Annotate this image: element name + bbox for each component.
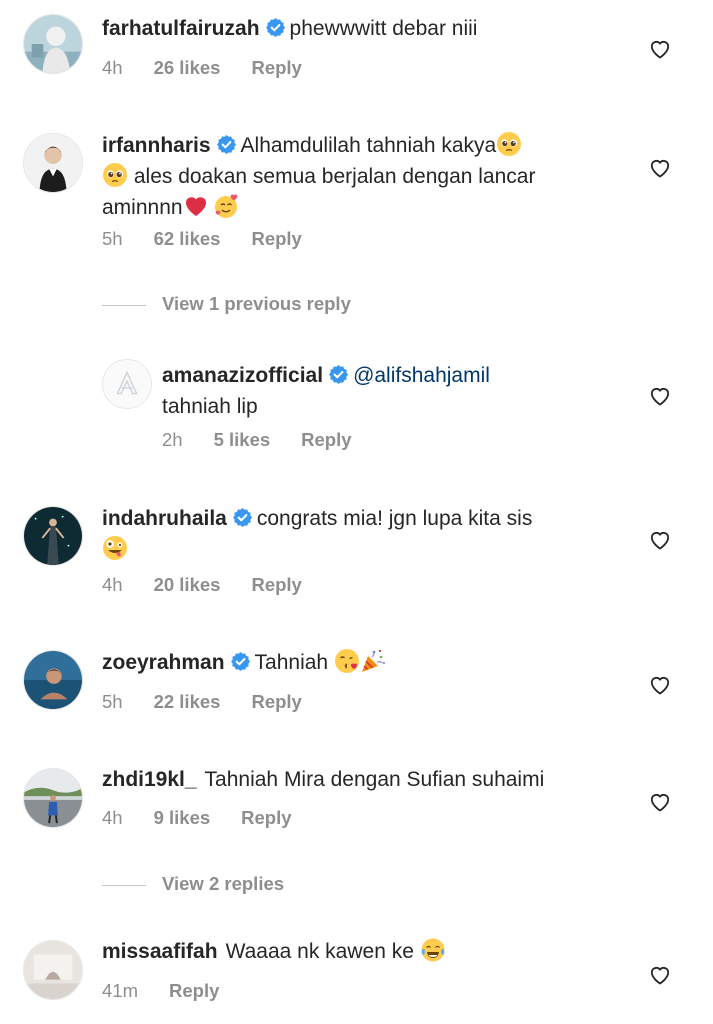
mention-link[interactable]: @alifshahjamil xyxy=(353,364,490,387)
likes-count[interactable]: 62 likes xyxy=(154,228,221,250)
reply-button[interactable]: Reply xyxy=(241,807,291,829)
avatar[interactable] xyxy=(23,14,83,74)
comment-meta: 2h 5 likes Reply xyxy=(162,429,352,451)
pleading-face-icon xyxy=(496,131,522,157)
comment-text: Tahniah Mira dengan Sufian suhaimi xyxy=(204,768,545,791)
pleading-face-icon xyxy=(102,162,128,188)
comment-text-part-1: Alhamdulilah tahniah kakya xyxy=(240,134,497,157)
comment-meta: 4h 20 likes Reply xyxy=(102,574,302,596)
username[interactable]: amanazizofficial xyxy=(162,364,323,387)
heart-outline-icon[interactable] xyxy=(648,156,672,180)
timestamp: 4h xyxy=(102,807,123,828)
view-previous-reply-link[interactable]: View 1 previous reply xyxy=(102,293,351,315)
likes-count[interactable]: 20 likes xyxy=(154,574,221,596)
timestamp: 4h xyxy=(102,57,123,78)
reply-button[interactable]: Reply xyxy=(301,429,351,451)
zany-face-icon xyxy=(102,535,128,561)
avatar[interactable] xyxy=(23,506,83,566)
red-heart-icon xyxy=(183,193,209,219)
username[interactable]: zhdi19kl_ xyxy=(102,768,197,791)
timestamp: 2h xyxy=(162,429,183,450)
face-blowing-kiss-icon xyxy=(334,648,360,674)
avatar[interactable] xyxy=(23,650,83,710)
avatar[interactable] xyxy=(23,768,83,828)
likes-count[interactable]: 26 likes xyxy=(154,57,221,79)
comment-meta: 4h 9 likes Reply xyxy=(102,807,292,829)
party-popper-icon xyxy=(360,648,386,674)
tears-of-joy-icon xyxy=(420,937,446,963)
verified-badge-icon xyxy=(328,364,349,385)
heart-outline-icon[interactable] xyxy=(648,963,672,987)
heart-outline-icon[interactable] xyxy=(648,673,672,697)
heart-outline-icon[interactable] xyxy=(648,528,672,552)
view-previous-reply-label: View 1 previous reply xyxy=(162,293,351,314)
username[interactable]: zoeyrahman xyxy=(102,651,225,674)
reply-button[interactable]: Reply xyxy=(251,228,301,250)
comment-body: zoeyrahman Tahniah xyxy=(102,647,386,678)
likes-count[interactable]: 9 likes xyxy=(154,807,211,829)
comment-text: phewwwitt debar niii xyxy=(289,17,478,40)
comment-body: indahruhaila congrats mia! jgn lupa kita … xyxy=(102,503,622,565)
username[interactable]: farhatulfairuzah xyxy=(102,17,260,40)
username[interactable]: irfannharis xyxy=(102,134,211,157)
likes-count[interactable]: 5 likes xyxy=(214,429,271,451)
comment-body: amanazizofficial @alifshahjamil tahniah l… xyxy=(162,360,490,422)
username[interactable]: indahruhaila xyxy=(102,507,227,530)
verified-badge-icon xyxy=(232,507,253,528)
heart-outline-icon[interactable] xyxy=(648,37,672,61)
timestamp: 41m xyxy=(102,980,138,1001)
comment-text-part-2: ales doakan semua berjalan dengan lancar xyxy=(133,165,536,188)
comment-text: congrats mia! jgn lupa kita sis xyxy=(256,507,533,530)
heart-outline-icon[interactable] xyxy=(648,384,672,408)
reply-button[interactable]: Reply xyxy=(251,574,301,596)
timestamp: 5h xyxy=(102,228,123,249)
comment-meta: 41m Reply xyxy=(102,980,219,1002)
avatar[interactable] xyxy=(23,133,83,193)
avatar[interactable] xyxy=(23,940,83,1000)
heart-outline-icon[interactable] xyxy=(648,790,672,814)
comment-text: Tahniah xyxy=(254,651,329,674)
divider-line xyxy=(102,304,146,306)
timestamp: 5h xyxy=(102,691,123,712)
reply-button[interactable]: Reply xyxy=(169,980,219,1002)
likes-count[interactable]: 22 likes xyxy=(154,691,221,713)
verified-badge-icon xyxy=(230,651,251,672)
reply-button[interactable]: Reply xyxy=(251,57,301,79)
timestamp: 4h xyxy=(102,574,123,595)
avatar[interactable] xyxy=(102,359,152,409)
comment-body: missaafifah Waaaa nk kawen ke xyxy=(102,936,446,967)
username[interactable]: missaafifah xyxy=(102,940,218,963)
comment-text-part-3: aminnnn xyxy=(102,196,183,219)
comment-meta: 4h 26 likes Reply xyxy=(102,57,302,79)
comment-text: Waaaa nk kawen ke xyxy=(225,940,414,963)
comment-body: farhatulfairuzah phewwwitt debar niii xyxy=(102,13,477,44)
comment-meta: 5h 22 likes Reply xyxy=(102,691,302,713)
reply-button[interactable]: Reply xyxy=(251,691,301,713)
verified-badge-icon xyxy=(265,17,286,38)
comment-body: irfannharis Alhamdulilah tahniah kakya al… xyxy=(102,130,622,223)
verified-badge-icon xyxy=(216,134,237,155)
comment-body: zhdi19kl_ Tahniah Mira dengan Sufian suha… xyxy=(102,764,544,795)
comment-text: tahniah lip xyxy=(162,395,258,418)
comment-meta: 5h 62 likes Reply xyxy=(102,228,302,250)
smiling-face-with-hearts-icon xyxy=(214,193,240,219)
divider-line xyxy=(102,884,146,886)
view-replies-label: View 2 replies xyxy=(162,873,285,894)
view-replies-link[interactable]: View 2 replies xyxy=(102,873,284,895)
